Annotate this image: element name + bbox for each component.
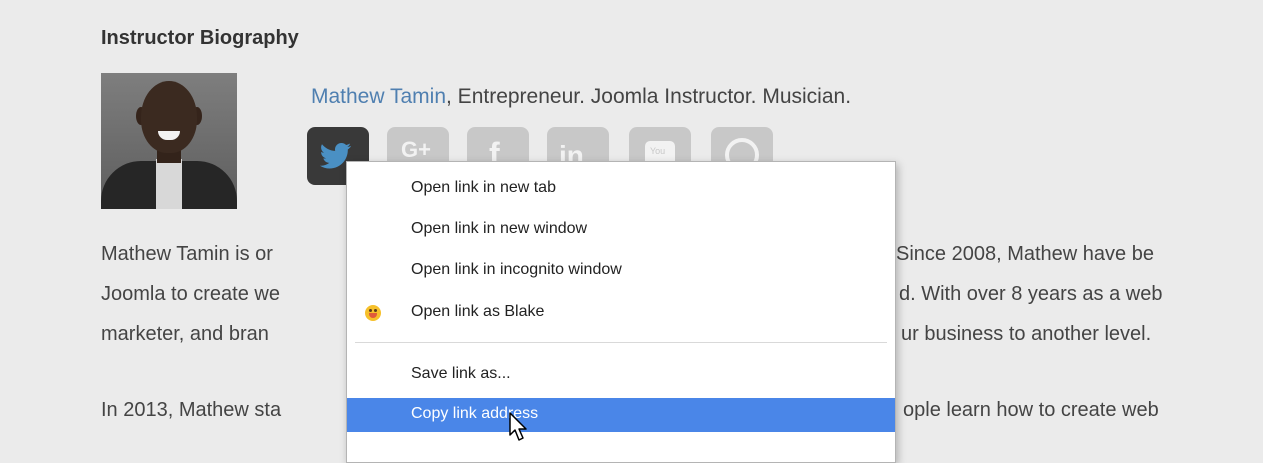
menu-item-label: Open link in incognito window [411, 261, 622, 278]
instructor-photo [101, 73, 237, 209]
menu-item-label: Save link as... [411, 365, 511, 382]
menu-item-open-incognito[interactable]: Open link in incognito window [347, 254, 895, 288]
menu-item-save-link-as[interactable]: Save link as... [347, 358, 895, 392]
menu-item-label: Open link in new tab [411, 179, 556, 196]
context-menu: Open link in new tab Open link in new wi… [346, 161, 896, 463]
bio-line-3-left: marketer, and bran [101, 323, 269, 345]
instructor-tagline: , Entrepreneur. Joomla Instructor. Music… [446, 85, 852, 108]
bio-line-1-left: Mathew Tamin is or [101, 243, 273, 265]
menu-item-label: Open link as Blake [411, 303, 545, 320]
bio-p2-line-1-right: ople learn how to create web [903, 399, 1159, 421]
svg-text:G+: G+ [401, 137, 431, 162]
menu-item-copy-link-address[interactable]: Copy link address [347, 398, 895, 432]
bio-line-3-right: ur business to another level. [901, 323, 1152, 345]
instructor-name-link[interactable]: Mathew Tamin [311, 85, 446, 108]
bio-line-2-right: d. With over 8 years as a web [899, 283, 1163, 305]
bio-line-2-left: Joomla to create we [101, 283, 280, 305]
bio-p2-line-1-left: In 2013, Mathew sta [101, 399, 282, 421]
svg-text:You: You [650, 146, 665, 156]
menu-item-label: Open link in new window [411, 220, 588, 237]
menu-separator [355, 342, 887, 343]
bio-line-1-right: Since 2008, Mathew have be [896, 243, 1154, 265]
menu-item-open-new-window[interactable]: Open link in new window [347, 213, 895, 247]
mouse-cursor-icon [508, 411, 528, 448]
instructor-byline: Mathew Tamin, Entrepreneur. Joomla Instr… [311, 85, 851, 109]
section-heading: Instructor Biography [101, 27, 299, 49]
menu-item-open-new-tab[interactable]: Open link in new tab [347, 172, 895, 206]
menu-item-open-as-blake[interactable]: Open link as Blake [347, 296, 895, 330]
profile-avatar-icon [365, 305, 381, 321]
